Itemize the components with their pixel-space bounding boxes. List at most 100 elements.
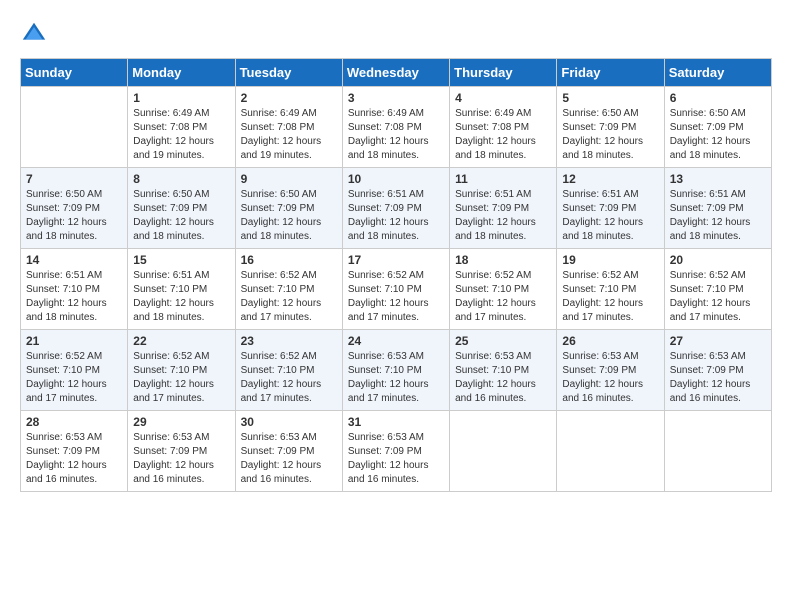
- day-number: 4: [455, 91, 551, 105]
- table-row: 14 Sunrise: 6:51 AMSunset: 7:10 PMDayligh…: [21, 249, 128, 330]
- day-info: Sunrise: 6:53 AMSunset: 7:09 PMDaylight:…: [133, 431, 229, 487]
- header-thursday: Thursday: [450, 59, 557, 87]
- day-number: 15: [133, 253, 229, 267]
- day-info: Sunrise: 6:53 AMSunset: 7:09 PMDaylight:…: [348, 431, 444, 487]
- header-friday: Friday: [557, 59, 664, 87]
- table-row: 5 Sunrise: 6:50 AMSunset: 7:09 PMDaylight…: [557, 87, 664, 168]
- day-info: Sunrise: 6:53 AMSunset: 7:10 PMDaylight:…: [348, 350, 444, 406]
- week-row-1: 1 Sunrise: 6:49 AMSunset: 7:08 PMDaylight…: [21, 87, 772, 168]
- table-row: 6 Sunrise: 6:50 AMSunset: 7:09 PMDaylight…: [664, 87, 771, 168]
- table-row: 17Sunrise: 6:52 AMSunset: 7:10 PMDayligh…: [342, 249, 449, 330]
- header-sunday: Sunday: [21, 59, 128, 87]
- table-row: 31 Sunrise: 6:53 AMSunset: 7:09 PMDayligh…: [342, 411, 449, 492]
- table-row: 18 Sunrise: 6:52 AMSunset: 7:10 PMDayligh…: [450, 249, 557, 330]
- table-row: 29 Sunrise: 6:53 AMSunset: 7:09 PMDayligh…: [128, 411, 235, 492]
- table-row: 25 Sunrise: 6:53 AMSunset: 7:10 PMDayligh…: [450, 330, 557, 411]
- table-row: 1 Sunrise: 6:49 AMSunset: 7:08 PMDaylight…: [128, 87, 235, 168]
- table-row: [664, 411, 771, 492]
- day-info: Sunrise: 6:53 AMSunset: 7:10 PMDaylight:…: [455, 350, 551, 406]
- table-row: 26 Sunrise: 6:53 AMSunset: 7:09 PMDayligh…: [557, 330, 664, 411]
- day-number: 13: [670, 172, 766, 186]
- day-info: Sunrise: 6:53 AMSunset: 7:09 PMDaylight:…: [562, 350, 658, 406]
- day-info: Sunrise: 6:53 AMSunset: 7:09 PMDaylight:…: [241, 431, 337, 487]
- day-number: 6: [670, 91, 766, 105]
- table-row: 21 Sunrise: 6:52 AMSunset: 7:10 PMDayligh…: [21, 330, 128, 411]
- day-number: 11: [455, 172, 551, 186]
- page-header: [20, 20, 772, 48]
- table-row: 9 Sunrise: 6:50 AMSunset: 7:09 PMDaylight…: [235, 168, 342, 249]
- day-info: Sunrise: 6:49 AMSunset: 7:08 PMDaylight:…: [455, 107, 551, 163]
- table-row: 22Sunrise: 6:52 AMSunset: 7:10 PMDayligh…: [128, 330, 235, 411]
- day-number: 31: [348, 415, 444, 429]
- day-number: 16: [241, 253, 337, 267]
- day-number: 2: [241, 91, 337, 105]
- day-info: Sunrise: 6:52 AMSunset: 7:10 PMDaylight:…: [241, 350, 337, 406]
- week-row-5: 28 Sunrise: 6:53 AMSunset: 7:09 PMDayligh…: [21, 411, 772, 492]
- day-info: Sunrise: 6:51 AMSunset: 7:09 PMDaylight:…: [670, 188, 766, 244]
- day-info: Sunrise: 6:52 AMSunset: 7:10 PMDaylight:…: [562, 269, 658, 325]
- day-info: Sunrise: 6:51 AMSunset: 7:09 PMDaylight:…: [455, 188, 551, 244]
- table-row: 4 Sunrise: 6:49 AMSunset: 7:08 PMDaylight…: [450, 87, 557, 168]
- day-info: Sunrise: 6:52 AMSunset: 7:10 PMDaylight:…: [348, 269, 444, 325]
- calendar-header-row: SundayMondayTuesdayWednesdayThursdayFrid…: [21, 59, 772, 87]
- table-row: 11 Sunrise: 6:51 AMSunset: 7:09 PMDayligh…: [450, 168, 557, 249]
- day-number: 19: [562, 253, 658, 267]
- day-info: Sunrise: 6:50 AMSunset: 7:09 PMDaylight:…: [26, 188, 122, 244]
- table-row: 27 Sunrise: 6:53 AMSunset: 7:09 PMDayligh…: [664, 330, 771, 411]
- day-number: 14: [26, 253, 122, 267]
- day-number: 23: [241, 334, 337, 348]
- day-number: 18: [455, 253, 551, 267]
- day-info: Sunrise: 6:53 AMSunset: 7:09 PMDaylight:…: [26, 431, 122, 487]
- table-row: 3Sunrise: 6:49 AMSunset: 7:08 PMDaylight…: [342, 87, 449, 168]
- day-info: Sunrise: 6:52 AMSunset: 7:10 PMDaylight:…: [26, 350, 122, 406]
- table-row: 20Sunrise: 6:52 AMSunset: 7:10 PMDayligh…: [664, 249, 771, 330]
- table-row: 30 Sunrise: 6:53 AMSunset: 7:09 PMDayligh…: [235, 411, 342, 492]
- header-wednesday: Wednesday: [342, 59, 449, 87]
- day-number: 25: [455, 334, 551, 348]
- day-number: 30: [241, 415, 337, 429]
- day-info: Sunrise: 6:51 AMSunset: 7:09 PMDaylight:…: [348, 188, 444, 244]
- day-info: Sunrise: 6:49 AMSunset: 7:08 PMDaylight:…: [133, 107, 229, 163]
- day-info: Sunrise: 6:50 AMSunset: 7:09 PMDaylight:…: [241, 188, 337, 244]
- table-row: 12 Sunrise: 6:51 AMSunset: 7:09 PMDayligh…: [557, 168, 664, 249]
- day-info: Sunrise: 6:52 AMSunset: 7:10 PMDaylight:…: [241, 269, 337, 325]
- day-number: 24: [348, 334, 444, 348]
- calendar-table: SundayMondayTuesdayWednesdayThursdayFrid…: [20, 58, 772, 492]
- header-saturday: Saturday: [664, 59, 771, 87]
- day-info: Sunrise: 6:52 AMSunset: 7:10 PMDaylight:…: [455, 269, 551, 325]
- table-row: 7 Sunrise: 6:50 AMSunset: 7:09 PMDaylight…: [21, 168, 128, 249]
- logo-icon: [20, 20, 48, 48]
- day-number: 12: [562, 172, 658, 186]
- header-monday: Monday: [128, 59, 235, 87]
- day-number: 9: [241, 172, 337, 186]
- day-info: Sunrise: 6:50 AMSunset: 7:09 PMDaylight:…: [562, 107, 658, 163]
- table-row: 13 Sunrise: 6:51 AMSunset: 7:09 PMDayligh…: [664, 168, 771, 249]
- day-number: 5: [562, 91, 658, 105]
- table-row: 24 Sunrise: 6:53 AMSunset: 7:10 PMDayligh…: [342, 330, 449, 411]
- table-row: [450, 411, 557, 492]
- day-number: 3: [348, 91, 444, 105]
- day-number: 7: [26, 172, 122, 186]
- day-info: Sunrise: 6:51 AMSunset: 7:10 PMDaylight:…: [26, 269, 122, 325]
- header-tuesday: Tuesday: [235, 59, 342, 87]
- day-info: Sunrise: 6:51 AMSunset: 7:09 PMDaylight:…: [562, 188, 658, 244]
- table-row: 23 Sunrise: 6:52 AMSunset: 7:10 PMDayligh…: [235, 330, 342, 411]
- table-row: 10Sunrise: 6:51 AMSunset: 7:09 PMDayligh…: [342, 168, 449, 249]
- week-row-4: 21 Sunrise: 6:52 AMSunset: 7:10 PMDayligh…: [21, 330, 772, 411]
- week-row-2: 7 Sunrise: 6:50 AMSunset: 7:09 PMDaylight…: [21, 168, 772, 249]
- day-number: 1: [133, 91, 229, 105]
- day-number: 29: [133, 415, 229, 429]
- day-number: 26: [562, 334, 658, 348]
- day-number: 28: [26, 415, 122, 429]
- day-number: 21: [26, 334, 122, 348]
- day-number: 27: [670, 334, 766, 348]
- table-row: 2Sunrise: 6:49 AMSunset: 7:08 PMDaylight…: [235, 87, 342, 168]
- table-row: [557, 411, 664, 492]
- week-row-3: 14 Sunrise: 6:51 AMSunset: 7:10 PMDayligh…: [21, 249, 772, 330]
- day-info: Sunrise: 6:50 AMSunset: 7:09 PMDaylight:…: [670, 107, 766, 163]
- logo: [20, 20, 54, 48]
- day-info: Sunrise: 6:52 AMSunset: 7:10 PMDaylight:…: [133, 350, 229, 406]
- table-row: 19 Sunrise: 6:52 AMSunset: 7:10 PMDayligh…: [557, 249, 664, 330]
- day-info: Sunrise: 6:53 AMSunset: 7:09 PMDaylight:…: [670, 350, 766, 406]
- table-row: [21, 87, 128, 168]
